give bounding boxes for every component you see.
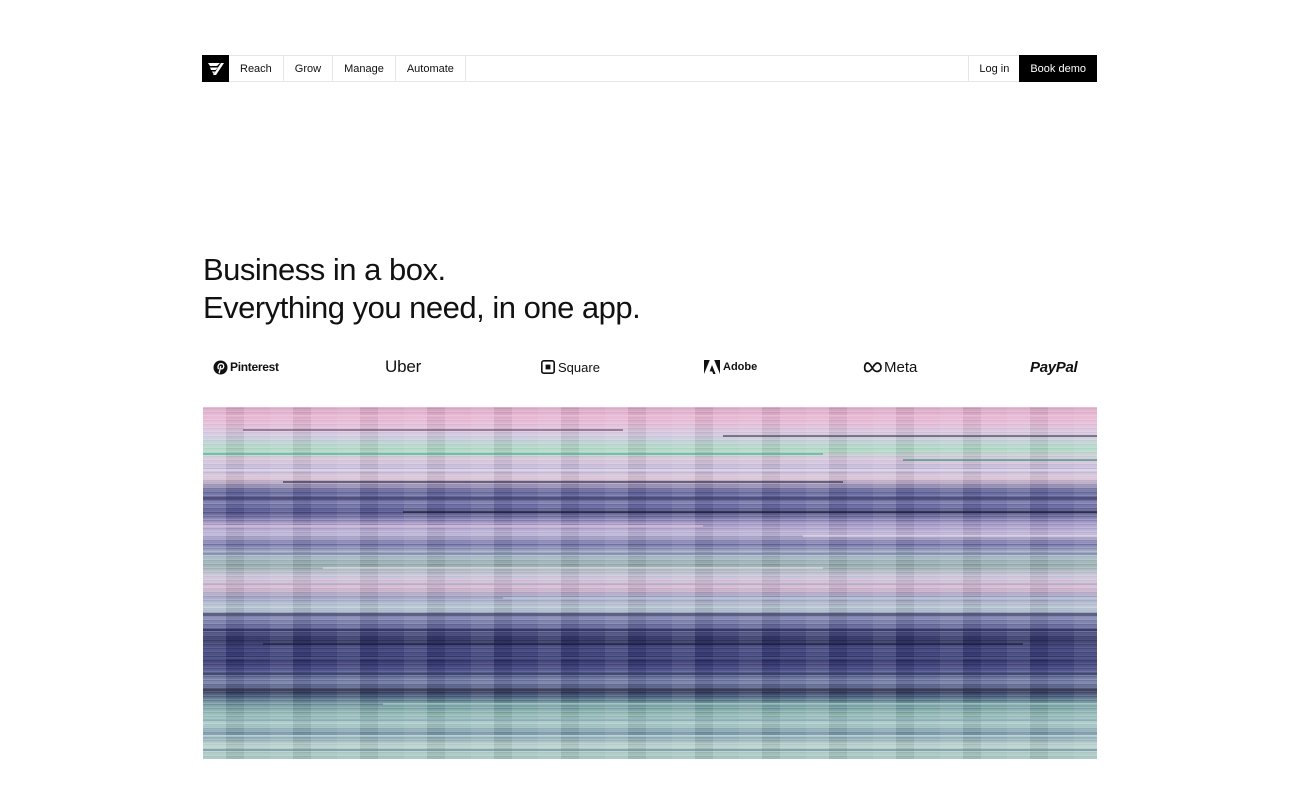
meta-wordmark: Meta xyxy=(884,358,918,376)
logo-square: Square xyxy=(541,354,600,380)
login-link[interactable]: Log in xyxy=(968,56,1019,81)
logo-pinterest: Pinterest xyxy=(213,354,279,380)
headline-line-2: Everything you need, in one app. xyxy=(203,290,641,325)
pinterest-wordmark: Pinterest xyxy=(230,360,279,374)
hero-headline: Business in a box. Everything you need, … xyxy=(203,251,641,327)
page: Reach Grow Manage Automate Log in Book d… xyxy=(0,0,1300,788)
hero-image xyxy=(203,407,1097,759)
headline-line-1: Business in a box. xyxy=(203,252,446,287)
hero-image-glitch-lines xyxy=(203,415,1097,751)
meta-icon xyxy=(863,362,882,373)
adobe-icon xyxy=(704,360,720,374)
main-menu: Reach Grow Manage Automate xyxy=(229,56,466,81)
logo-uber: Uber xyxy=(385,354,421,380)
logo-meta: Meta xyxy=(863,354,917,380)
book-demo-button[interactable]: Book demo xyxy=(1019,55,1097,82)
square-icon xyxy=(541,360,555,374)
pinterest-icon xyxy=(213,360,228,374)
adobe-wordmark: Adobe xyxy=(723,361,758,373)
menu-item-manage[interactable]: Manage xyxy=(333,56,396,81)
top-nav: Reach Grow Manage Automate Log in Book d… xyxy=(202,55,1097,82)
home-logo-link[interactable] xyxy=(202,55,229,82)
logo-paypal: PayPal xyxy=(1030,354,1078,380)
logo-adobe: Adobe xyxy=(704,354,757,380)
customer-logos: Pinterest Uber Square Adobe Meta PayPal xyxy=(203,354,1097,380)
uber-wordmark: Uber xyxy=(385,357,422,376)
menu-item-grow[interactable]: Grow xyxy=(284,56,334,81)
brand-mark-icon xyxy=(207,62,224,75)
square-wordmark: Square xyxy=(558,359,600,375)
paypal-wordmark: PayPal xyxy=(1030,358,1078,376)
menu-item-automate[interactable]: Automate xyxy=(396,56,466,81)
menu-item-reach[interactable]: Reach xyxy=(229,56,284,81)
